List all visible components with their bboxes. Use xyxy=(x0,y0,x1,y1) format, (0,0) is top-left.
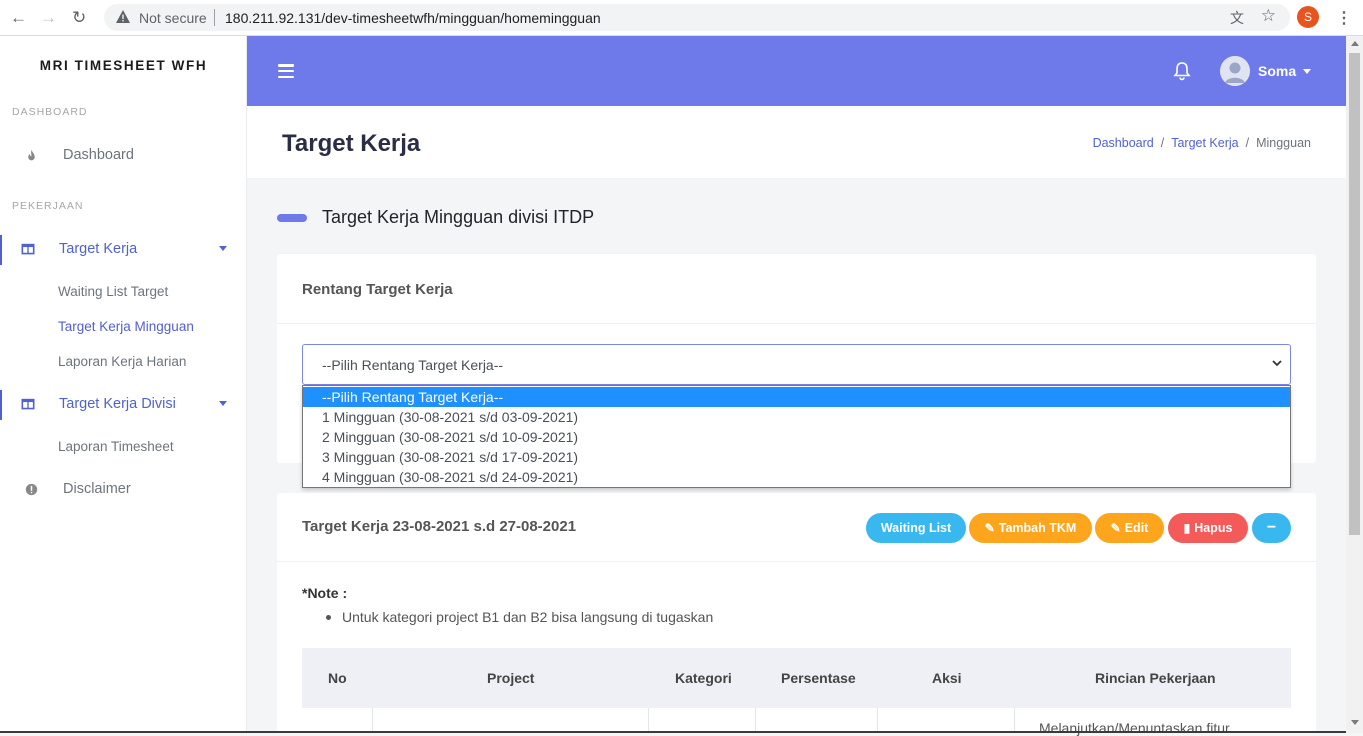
translate-icon[interactable]: 文 xyxy=(1230,8,1244,28)
sidebar-subitem-laporan-timesheet[interactable]: Laporan Timesheet xyxy=(58,439,174,454)
reload-icon[interactable]: ↻ xyxy=(72,8,86,28)
edit-icon: ✎ xyxy=(984,521,995,535)
section-pill-marker xyxy=(277,214,307,222)
tambah-tkm-button[interactable]: ✎ Tambah TKM xyxy=(969,513,1092,543)
column-header-kategori: Kategori xyxy=(675,670,732,686)
section-label-pekerjaan: PEKERJAAN xyxy=(12,200,84,212)
columns-icon xyxy=(21,243,35,255)
chevron-down-icon xyxy=(219,246,227,251)
active-indicator xyxy=(0,235,2,265)
page-header: Target Kerja Dashboard / Target Kerja / Ming… xyxy=(247,106,1346,178)
url-text[interactable]: 180.211.92.131/dev-timesheetwfh/mingguan… xyxy=(225,10,601,26)
browser-chrome: ← → ↻ Not secure 180.211.92.131/dev-time… xyxy=(0,0,1363,36)
cell-divider xyxy=(648,708,649,733)
separator xyxy=(214,9,215,26)
breadcrumb-current: Mingguan xyxy=(1256,136,1311,150)
section-heading-text: Target Kerja Mingguan divisi ITDP xyxy=(322,207,595,227)
dropdown-option[interactable]: 3 Mingguan (30-08-2021 s/d 17-09-2021) xyxy=(303,447,1290,467)
range-card-title: Rentang Target Kerja xyxy=(302,281,453,298)
back-arrow-icon[interactable]: ← xyxy=(10,8,27,28)
card-divider xyxy=(277,561,1316,562)
waiting-list-button[interactable]: Waiting List xyxy=(866,513,966,543)
column-header-persentase: Persentase xyxy=(781,670,856,686)
sidebar-item-disclaimer[interactable]: Disclaimer xyxy=(0,475,246,505)
edit-button[interactable]: ✎ Edit xyxy=(1095,513,1164,543)
scrollbar-thumb[interactable] xyxy=(1349,53,1360,535)
cell-divider xyxy=(372,708,373,733)
minus-icon: − xyxy=(1266,519,1277,536)
address-bar[interactable]: Not secure 180.211.92.131/dev-timesheetw… xyxy=(104,4,1290,31)
sidebar-item-label: Dashboard xyxy=(63,147,134,163)
profile-avatar[interactable]: S xyxy=(1297,6,1319,28)
breadcrumb-link-dashboard[interactable]: Dashboard xyxy=(1093,136,1154,150)
card-divider xyxy=(277,323,1316,324)
sidebar-item-dashboard[interactable]: Dashboard xyxy=(0,141,246,171)
bell-icon[interactable] xyxy=(1172,61,1192,81)
username[interactable]: Soma xyxy=(1258,63,1296,79)
hamburger-menu-icon[interactable] xyxy=(278,64,294,79)
button-label: Waiting List xyxy=(880,521,952,535)
column-header-aksi: Aksi xyxy=(932,670,962,686)
security-label: Not secure xyxy=(139,10,207,26)
button-label: Tambah TKM xyxy=(998,521,1077,535)
trash-icon: ▮ xyxy=(1183,521,1191,535)
column-header-rincian: Rincian Pekerjaan xyxy=(1095,670,1216,686)
note-item: Untuk kategori project B1 dan B2 bisa la… xyxy=(342,609,714,625)
active-indicator xyxy=(0,390,2,420)
collapse-button[interactable]: − xyxy=(1252,513,1291,543)
scroll-down-icon[interactable] xyxy=(1351,720,1359,725)
page-title: Target Kerja xyxy=(282,130,421,157)
sidebar-subitem-waiting-list[interactable]: Waiting List Target xyxy=(58,284,168,299)
sidebar-item-target-divisi[interactable]: Target Kerja Divisi xyxy=(0,390,246,420)
cell-divider xyxy=(1014,708,1015,733)
cell-divider xyxy=(755,708,756,733)
page-scrollbar[interactable] xyxy=(1346,36,1363,733)
table-header: No Project Kategori Persentase Aksi Rinc… xyxy=(302,648,1291,708)
cell-divider xyxy=(877,708,878,733)
hapus-button[interactable]: ▮ Hapus xyxy=(1168,513,1248,543)
dropdown-option[interactable]: 4 Mingguan (30-08-2021 s/d 24-09-2021) xyxy=(303,467,1290,487)
sidebar-item-label: Disclaimer xyxy=(63,481,131,497)
flame-icon xyxy=(28,149,35,161)
column-header-no: No xyxy=(328,670,347,686)
brand-title: MRI TIMESHEET WFH xyxy=(39,58,208,73)
warning-icon xyxy=(116,10,130,23)
dropdown-option[interactable]: --Pilih Rentang Target Kerja-- xyxy=(303,387,1290,407)
info-circle-icon xyxy=(25,483,38,496)
breadcrumb-link-target-kerja[interactable]: Target Kerja xyxy=(1171,136,1238,150)
rincian-cell-text: Melanjutkan/Menuntaskan fitur xyxy=(1039,720,1230,736)
dropdown-option[interactable]: 1 Mingguan (30-08-2021 s/d 03-09-2021) xyxy=(303,407,1290,427)
range-select-value: --Pilih Rentang Target Kerja-- xyxy=(322,357,504,373)
table-row: Melanjutkan/Menuntaskan fitur xyxy=(302,708,1291,736)
column-header-project: Project xyxy=(487,670,535,686)
chevron-down-icon xyxy=(219,401,227,406)
top-navbar: Soma xyxy=(247,36,1346,106)
range-select-dropdown[interactable]: --Pilih Rentang Target Kerja-- 1 Minggua… xyxy=(302,385,1291,488)
bookmark-star-icon[interactable]: ☆ xyxy=(1261,6,1276,26)
scroll-up-icon[interactable] xyxy=(1351,41,1359,46)
button-label: Hapus xyxy=(1194,521,1233,535)
columns-icon xyxy=(21,398,35,410)
dropdown-option[interactable]: 2 Mingguan (30-08-2021 s/d 10-09-2021) xyxy=(303,427,1290,447)
section-label-dashboard: DASHBOARD xyxy=(12,106,88,118)
browser-menu-icon[interactable]: ⋮ xyxy=(1336,8,1352,28)
forward-arrow-icon[interactable]: → xyxy=(40,8,57,28)
user-avatar[interactable] xyxy=(1220,56,1250,86)
target-card-title: Target Kerja 23-08-2021 s.d 27-08-2021 xyxy=(302,518,577,535)
sidebar-subitem-laporan-harian[interactable]: Laporan Kerja Harian xyxy=(58,354,186,369)
edit-icon: ✎ xyxy=(1110,521,1121,535)
range-select[interactable]: --Pilih Rentang Target Kerja-- xyxy=(302,344,1291,385)
chevron-down-icon xyxy=(1272,360,1282,367)
breadcrumb: Dashboard / Target Kerja / Mingguan xyxy=(1092,136,1311,150)
sidebar-item-label: Target Kerja Divisi xyxy=(59,396,176,412)
sidebar-subitem-target-mingguan[interactable]: Target Kerja Mingguan xyxy=(58,319,194,334)
button-label: Edit xyxy=(1124,521,1149,535)
sidebar-item-target-kerja[interactable]: Target Kerja xyxy=(0,235,246,265)
note-title: *Note : xyxy=(302,585,348,601)
sidebar: MRI TIMESHEET WFH DASHBOARD Dashboard PE… xyxy=(0,36,247,733)
user-menu-chevron-icon[interactable] xyxy=(1303,69,1311,74)
sidebar-item-label: Target Kerja xyxy=(59,241,138,257)
bullet xyxy=(326,615,331,620)
